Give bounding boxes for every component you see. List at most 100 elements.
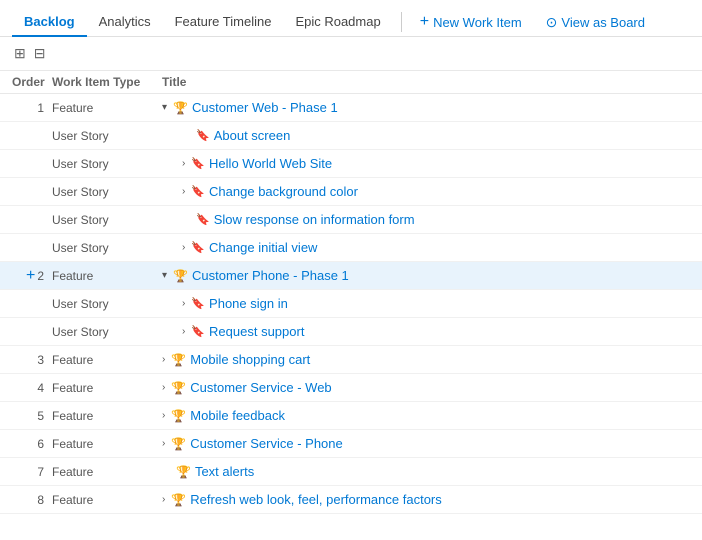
plus-icon: + bbox=[420, 13, 429, 31]
title-text[interactable]: About screen bbox=[214, 128, 291, 143]
cell-title: 🔖 Slow response on information form bbox=[162, 212, 690, 227]
cell-type: User Story bbox=[52, 213, 162, 227]
cell-type: Feature bbox=[52, 465, 162, 479]
toolbar: ⊞ ⊟ bbox=[0, 37, 702, 71]
cell-title: ▾ 🏆 Customer Phone - Phase 1 bbox=[162, 268, 690, 283]
trophy-icon: 🏆 bbox=[173, 269, 188, 283]
cell-order: 8 bbox=[12, 493, 52, 507]
table-row: User Story›🔖Phone sign in bbox=[0, 290, 702, 318]
nav-bar: Backlog Analytics Feature Timeline Epic … bbox=[0, 0, 702, 37]
chevron-icon[interactable]: › bbox=[182, 242, 185, 253]
cell-title: › 🏆 Customer Service - Phone bbox=[162, 436, 690, 451]
chevron-icon[interactable]: › bbox=[162, 410, 165, 421]
cell-type: Feature bbox=[52, 101, 162, 115]
col-type-header: Work Item Type bbox=[52, 75, 162, 89]
view-as-board-label: View as Board bbox=[561, 15, 645, 30]
cell-type: Feature bbox=[52, 493, 162, 507]
chevron-icon[interactable]: › bbox=[182, 326, 185, 337]
title-text[interactable]: Slow response on information form bbox=[214, 212, 415, 227]
nav-divider bbox=[401, 12, 402, 32]
cell-order: 5 bbox=[12, 409, 52, 423]
expand-icon[interactable]: ⊞ bbox=[12, 43, 28, 64]
cell-title: › 🏆 Mobile shopping cart bbox=[162, 352, 690, 367]
cell-title: › 🏆 Customer Service - Web bbox=[162, 380, 690, 395]
story-icon: 🔖 bbox=[191, 185, 205, 198]
table-row: User Story›🔖Change initial view bbox=[0, 234, 702, 262]
story-icon: 🔖 bbox=[191, 325, 205, 338]
cell-order: 1 bbox=[12, 101, 52, 115]
cell-type: Feature bbox=[52, 409, 162, 423]
table-row: 5Feature› 🏆 Mobile feedback bbox=[0, 402, 702, 430]
table-row: User Story 🔖 About screen bbox=[0, 122, 702, 150]
new-work-item-button[interactable]: + New Work Item bbox=[410, 9, 532, 35]
table-row: +2Feature▾🏆Customer Phone - Phase 1 bbox=[0, 262, 702, 290]
cell-title: › 🏆 Refresh web look, feel, performance fa… bbox=[162, 492, 690, 507]
col-title-header: Title bbox=[162, 75, 690, 89]
cell-order: 3 bbox=[12, 353, 52, 367]
title-text[interactable]: Request support bbox=[209, 324, 304, 339]
cell-title: › 🔖 Request support bbox=[162, 324, 690, 339]
table-row: User Story›🔖Request support bbox=[0, 318, 702, 346]
collapse-icon[interactable]: ⊟ bbox=[32, 43, 48, 64]
nav-epic-roadmap[interactable]: Epic Roadmap bbox=[283, 8, 392, 37]
table-row: User Story›🔖Change background color bbox=[0, 178, 702, 206]
nav-feature-timeline[interactable]: Feature Timeline bbox=[163, 8, 284, 37]
story-icon: 🔖 bbox=[191, 157, 205, 170]
cell-title: › 🔖 Hello World Web Site bbox=[162, 156, 690, 171]
nav-backlog[interactable]: Backlog bbox=[12, 8, 87, 37]
title-text[interactable]: Customer Service - Web bbox=[190, 380, 331, 395]
title-text[interactable]: Refresh web look, feel, performance fact… bbox=[190, 492, 441, 507]
table-row: User Story 🔖 Slow response on information … bbox=[0, 206, 702, 234]
cell-order: 6 bbox=[12, 437, 52, 451]
cell-title: 🔖 About screen bbox=[162, 128, 690, 143]
cell-type: User Story bbox=[52, 129, 162, 143]
title-text[interactable]: Change initial view bbox=[209, 240, 317, 255]
title-text[interactable]: Mobile feedback bbox=[190, 408, 285, 423]
title-text[interactable]: Text alerts bbox=[195, 464, 254, 479]
trophy-icon: 🏆 bbox=[171, 381, 186, 395]
trophy-icon: 🏆 bbox=[171, 353, 186, 367]
table-row: User Story›🔖Hello World Web Site bbox=[0, 150, 702, 178]
chevron-icon[interactable]: › bbox=[162, 494, 165, 505]
title-text[interactable]: Hello World Web Site bbox=[209, 156, 332, 171]
table-row: 8Feature› 🏆 Refresh web look, feel, perfor… bbox=[0, 486, 702, 514]
cell-type: User Story bbox=[52, 241, 162, 255]
cell-order: +2 bbox=[12, 267, 52, 285]
story-icon: 🔖 bbox=[196, 129, 210, 142]
title-text[interactable]: Phone sign in bbox=[209, 296, 288, 311]
chevron-icon[interactable]: › bbox=[182, 298, 185, 309]
cell-type: User Story bbox=[52, 297, 162, 311]
chevron-icon[interactable]: › bbox=[182, 158, 185, 169]
title-text[interactable]: Change background color bbox=[209, 184, 358, 199]
column-headers: Order Work Item Type Title bbox=[0, 71, 702, 94]
chevron-icon[interactable]: ▾ bbox=[162, 270, 167, 281]
cell-title: ›🔖Phone sign in bbox=[162, 296, 690, 311]
chevron-icon[interactable]: ▾ bbox=[162, 102, 167, 113]
chevron-icon[interactable]: › bbox=[162, 382, 165, 393]
chevron-icon[interactable]: › bbox=[162, 438, 165, 449]
chevron-icon[interactable]: › bbox=[162, 354, 165, 365]
trophy-icon: 🏆 bbox=[171, 493, 186, 507]
backlog-table: 1Feature▾🏆Customer Web - Phase 1User Sto… bbox=[0, 94, 702, 514]
col-order-header: Order bbox=[12, 75, 52, 89]
cell-order: 7 bbox=[12, 465, 52, 479]
title-text[interactable]: Customer Service - Phone bbox=[190, 436, 342, 451]
cell-title: ›🔖Change initial view bbox=[162, 240, 690, 255]
table-row: 4Feature›🏆Customer Service - Web bbox=[0, 374, 702, 402]
cell-title: 🏆 Text alerts bbox=[162, 464, 690, 479]
title-text[interactable]: Mobile shopping cart bbox=[190, 352, 310, 367]
cell-order: 4 bbox=[12, 381, 52, 395]
board-icon: ⊙ bbox=[546, 14, 558, 31]
view-as-board-button[interactable]: ⊙ View as Board bbox=[536, 10, 655, 35]
trophy-icon: 🏆 bbox=[176, 465, 191, 479]
trophy-icon: 🏆 bbox=[171, 409, 186, 423]
title-text[interactable]: Customer Phone - Phase 1 bbox=[192, 268, 349, 283]
row-plus-icon[interactable]: + bbox=[26, 267, 35, 284]
trophy-icon: 🏆 bbox=[171, 437, 186, 451]
chevron-icon[interactable]: › bbox=[182, 186, 185, 197]
title-text[interactable]: Customer Web - Phase 1 bbox=[192, 100, 338, 115]
trophy-icon: 🏆 bbox=[173, 101, 188, 115]
story-icon: 🔖 bbox=[196, 213, 210, 226]
table-row: 7Feature 🏆 Text alerts bbox=[0, 458, 702, 486]
nav-analytics[interactable]: Analytics bbox=[87, 8, 163, 37]
